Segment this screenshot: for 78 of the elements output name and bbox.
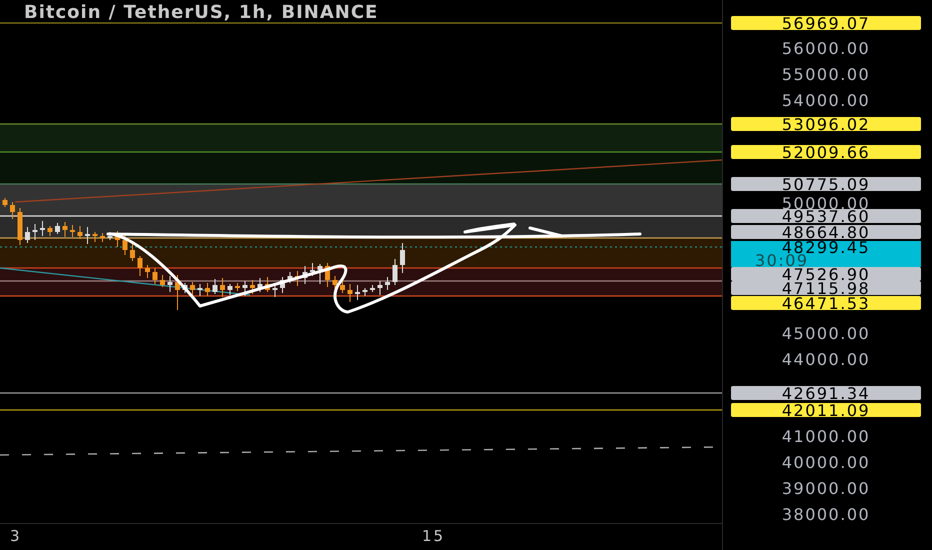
candle <box>280 276 285 294</box>
current-price: 48299.45 <box>782 241 870 254</box>
price-label: 46471.53 <box>731 296 921 310</box>
candle-countdown: 30:09 <box>754 254 809 267</box>
candle <box>378 280 382 296</box>
candle <box>70 224 75 238</box>
candle <box>175 274 180 310</box>
candle <box>168 276 172 292</box>
candle <box>272 286 278 298</box>
price-tick: 38000.00 <box>780 507 872 521</box>
candle <box>220 278 225 298</box>
candle <box>85 226 90 244</box>
price-tick: 45000.00 <box>780 326 872 340</box>
candle <box>340 280 345 294</box>
price-label: 52009.66 <box>731 145 921 159</box>
candle <box>295 270 300 286</box>
candle <box>258 278 262 292</box>
candle <box>310 262 315 276</box>
price-tick: 56000.00 <box>780 41 872 55</box>
price-label: 48664.80 <box>731 225 921 239</box>
candle <box>400 242 405 274</box>
candle <box>2 198 8 208</box>
candle <box>228 284 232 296</box>
price-label: 50775.09 <box>731 177 921 191</box>
candle <box>100 232 105 242</box>
price-tick: 40000.00 <box>780 455 872 469</box>
price-label: 42011.09 <box>731 403 921 417</box>
candle <box>265 276 270 292</box>
time-label: 15 <box>422 528 446 545</box>
candle <box>152 268 158 284</box>
price-label: 42691.34 <box>731 386 921 400</box>
price-label: 47115.98 <box>731 281 921 295</box>
candle <box>198 284 202 296</box>
candle <box>40 220 45 236</box>
candle <box>212 278 218 294</box>
candle <box>160 274 165 288</box>
candle <box>48 226 52 236</box>
candle <box>242 280 248 296</box>
candle <box>332 276 338 290</box>
price-tick: 39000.00 <box>780 481 872 495</box>
candle <box>62 222 68 238</box>
candle <box>348 284 352 302</box>
candle <box>78 226 82 240</box>
price-tick: 54000.00 <box>780 93 872 107</box>
candle <box>355 284 360 300</box>
price-label: 49537.60 <box>731 209 921 223</box>
candle <box>205 282 210 296</box>
price-label: 47526.90 <box>731 267 921 281</box>
candle <box>92 232 98 242</box>
candle <box>392 258 398 286</box>
candle <box>325 262 330 288</box>
candle <box>122 234 128 256</box>
price-tick: 50000.00 <box>780 196 872 210</box>
price-tick: 41000.00 <box>780 429 872 443</box>
time-label: 3 <box>10 528 22 545</box>
candle <box>145 264 150 278</box>
candle <box>130 242 135 262</box>
candle <box>235 282 240 292</box>
price-tick: 55000.00 <box>780 67 872 81</box>
chart-title: Bitcoin / TetherUS, 1h, BINANCE <box>24 2 378 24</box>
candle <box>250 280 255 294</box>
candle <box>55 222 60 234</box>
candle <box>25 226 30 244</box>
candle <box>385 276 390 290</box>
candle <box>32 224 38 240</box>
candle <box>362 288 368 296</box>
candle <box>115 230 120 248</box>
price-label: 56969.07 <box>731 16 921 30</box>
candle <box>18 208 22 246</box>
candle <box>370 284 375 292</box>
candle <box>302 266 308 284</box>
candle <box>288 272 292 284</box>
candle <box>318 264 322 284</box>
candle <box>10 202 15 220</box>
price-tick: 44000.00 <box>780 352 872 366</box>
price-label: 53096.02 <box>731 117 921 131</box>
candle <box>138 256 142 276</box>
candle <box>108 232 112 240</box>
